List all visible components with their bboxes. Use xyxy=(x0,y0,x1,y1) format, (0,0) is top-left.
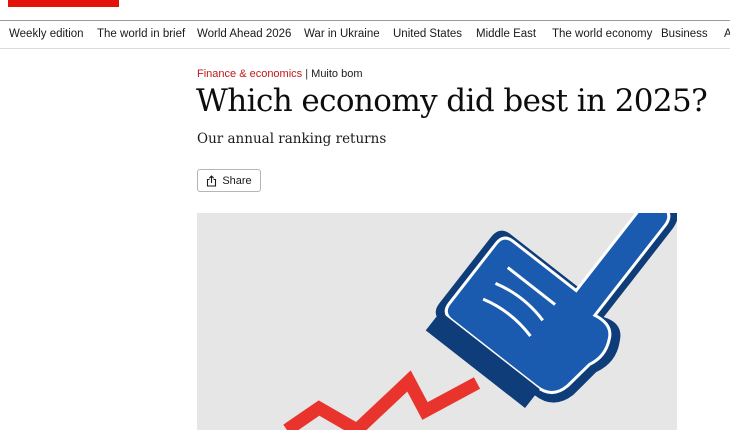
main-navigation: Weekly edition The world in brief World … xyxy=(0,20,730,49)
economist-logo[interactable] xyxy=(8,0,119,7)
share-button[interactable]: Share xyxy=(197,169,261,192)
nav-item-weekly-edition[interactable]: Weekly edition xyxy=(9,28,84,40)
hero-image xyxy=(197,213,677,430)
nav-item-truncated[interactable]: A xyxy=(724,28,730,40)
rubric-separator: | xyxy=(305,68,309,80)
nav-item-war-in-ukraine[interactable]: War in Ukraine xyxy=(304,28,380,40)
section-link[interactable]: Finance & economics xyxy=(197,68,302,80)
nav-item-world-economy[interactable]: The world economy xyxy=(552,28,652,40)
nav-item-united-states[interactable]: United States xyxy=(393,28,462,40)
article-headline: Which economy did best in 2025? xyxy=(196,83,708,119)
nav-item-middle-east[interactable]: Middle East xyxy=(476,28,536,40)
share-label: Share xyxy=(222,174,252,187)
article-standfirst: Our annual ranking returns xyxy=(197,131,387,147)
nav-item-business[interactable]: Business xyxy=(661,28,708,40)
nav-item-world-ahead[interactable]: World Ahead 2026 xyxy=(197,28,291,40)
share-icon xyxy=(206,174,217,187)
nav-item-world-in-brief[interactable]: The world in brief xyxy=(97,28,185,40)
foam-finger-illustration xyxy=(283,213,677,430)
article-rubric: Finance & economics | Muito bom xyxy=(197,68,363,80)
flytitle: Muito bom xyxy=(311,68,363,80)
